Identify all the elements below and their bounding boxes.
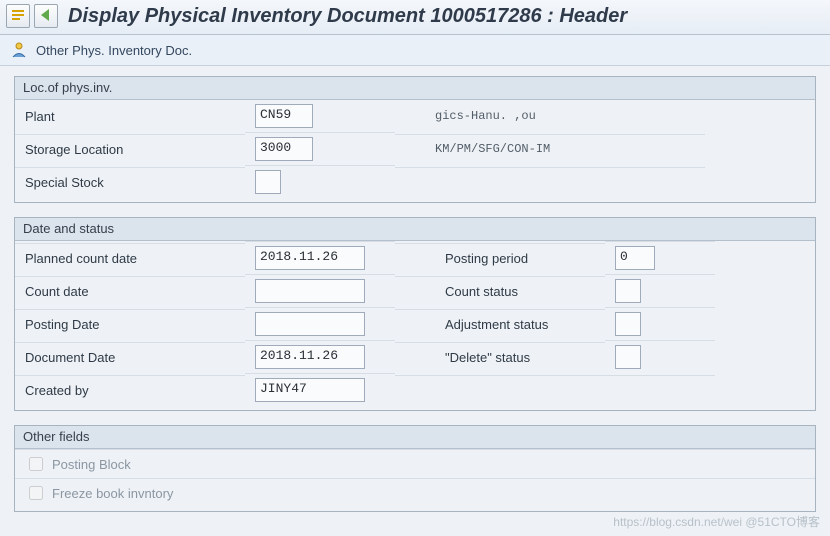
title-bar: Display Physical Inventory Document 1000… [0,0,830,35]
delete-status-label: "Delete" status [435,342,605,371]
document-date-label: Document Date [15,342,245,371]
posting-date-field[interactable] [255,312,365,336]
adjustment-status-label: Adjustment status [435,309,605,338]
watermark: https://blog.csdn.net/wei @51CTO博客 [613,513,820,530]
special-stock-value-cell [245,165,395,198]
count-status-field[interactable] [615,279,641,303]
count-date-field[interactable] [255,279,365,303]
menu-button[interactable] [6,4,30,28]
posting-period-field[interactable]: 0 [615,246,655,270]
sloc-label: Storage Location [15,134,245,163]
special-stock-label: Special Stock [15,167,245,196]
planned-date-field[interactable]: 2018.11.26 [255,246,365,270]
planned-date-label: Planned count date [15,243,245,272]
content-body: Loc.of phys.inv. Plant CN59 gics-Hanu. ,… [0,66,830,512]
freeze-row: Freeze book invntory [15,478,815,507]
sloc-value-cell: 3000 [245,132,395,165]
posting-period-label: Posting period [435,243,605,272]
plant-value-cell: CN59 [245,100,395,132]
other-doc-icon [10,41,28,59]
group-other-legend: Other fields [15,426,815,449]
document-date-field[interactable]: 2018.11.26 [255,345,365,369]
back-icon [41,9,51,24]
back-button[interactable] [34,4,58,28]
posting-block-row: Posting Block [15,449,815,478]
group-other: Other fields Posting Block Freeze book i… [14,425,816,512]
adjustment-status-field[interactable] [615,312,641,336]
delete-status-field[interactable] [615,345,641,369]
plant-description: gics-Hanu. ,ou [425,102,705,130]
menu-icon [11,8,25,25]
group-loc: Loc.of phys.inv. Plant CN59 gics-Hanu. ,… [14,76,816,203]
group-loc-legend: Loc.of phys.inv. [15,77,815,100]
other-doc-link[interactable]: Other Phys. Inventory Doc. [36,43,192,58]
count-status-label: Count status [435,276,605,305]
special-stock-field[interactable] [255,170,281,194]
posting-date-label: Posting Date [15,309,245,338]
sloc-field[interactable]: 3000 [255,137,313,161]
posting-block-checkbox [29,457,43,471]
group-date-status-legend: Date and status [15,218,815,241]
created-by-field[interactable]: JINY47 [255,378,365,402]
posting-block-label: Posting Block [52,457,131,472]
page-title: Display Physical Inventory Document 1000… [68,5,627,28]
count-date-label: Count date [15,276,245,305]
plant-label: Plant [15,102,245,130]
app-toolbar: Other Phys. Inventory Doc. [0,35,830,66]
sloc-description: KM/PM/SFG/CON-IM [425,134,705,163]
created-by-label: Created by [15,375,245,404]
freeze-checkbox [29,486,43,500]
group-date-status: Date and status Planned count date 2018.… [14,217,816,411]
plant-field[interactable]: CN59 [255,104,313,128]
freeze-label: Freeze book invntory [52,486,173,501]
